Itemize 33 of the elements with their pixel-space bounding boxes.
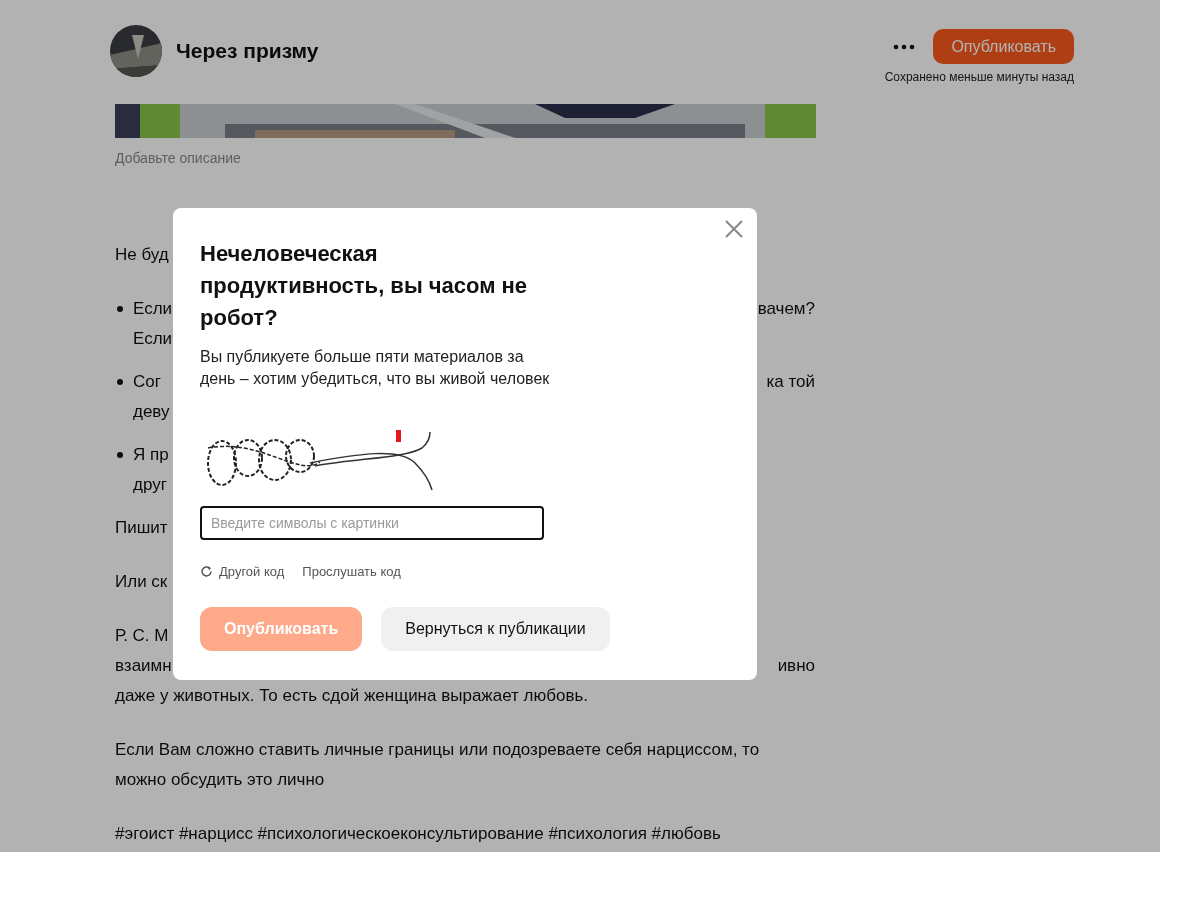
listen-link[interactable]: Прослушать код (302, 564, 401, 579)
article-text: ка той (766, 371, 815, 393)
saved-status: Сохранено меньше минуты назад (884, 70, 1074, 84)
refresh-icon (200, 565, 213, 578)
article-text: Не буд (115, 244, 169, 266)
article-text: Р. С. М (115, 625, 169, 647)
bullet-icon (117, 379, 123, 385)
bullet-icon (117, 452, 123, 458)
article-text: можно обсудить это лично (115, 769, 325, 791)
dialog-text: Вы публикуете больше пяти материалов за день – хотим убедиться, что вы живой человек (200, 347, 551, 389)
article-text: Если (133, 298, 173, 320)
article-text: Если (133, 328, 173, 350)
captcha-input[interactable]: Введите символы с картинки (200, 506, 544, 540)
article-text: Пишит (115, 517, 168, 539)
article-text: даже у животных. То есть сдой женщина выражает любовь. (115, 685, 589, 707)
avatar (110, 25, 162, 77)
article-text: взаимн (115, 655, 172, 677)
article-text: Если Вам сложно ставить личные границы или подозреваете себя нарциссом, то (115, 739, 760, 761)
article-text: Я пр (133, 444, 169, 466)
article-text: друг (133, 474, 167, 496)
refresh-link[interactable]: Другой код (200, 564, 285, 579)
more-icon[interactable] (893, 43, 916, 50)
article-text: деву (133, 401, 170, 423)
article-text: #эгоист #нарцисс #психологическоеконсультирование #психология #любовь (115, 823, 721, 845)
article-text: ивно (777, 655, 815, 677)
article-text: Сог (133, 371, 161, 393)
article-text: Или ск (115, 571, 168, 593)
back-button[interactable]: Вернуться к публикации (381, 607, 610, 651)
close-icon[interactable] (724, 219, 744, 239)
dialog-title: Нечеловеческая продуктивность, вы часом не робот? (200, 240, 529, 332)
bullet-icon (117, 306, 123, 312)
blog-title: Через призму (176, 39, 319, 63)
article-text: вачем? (757, 298, 815, 320)
